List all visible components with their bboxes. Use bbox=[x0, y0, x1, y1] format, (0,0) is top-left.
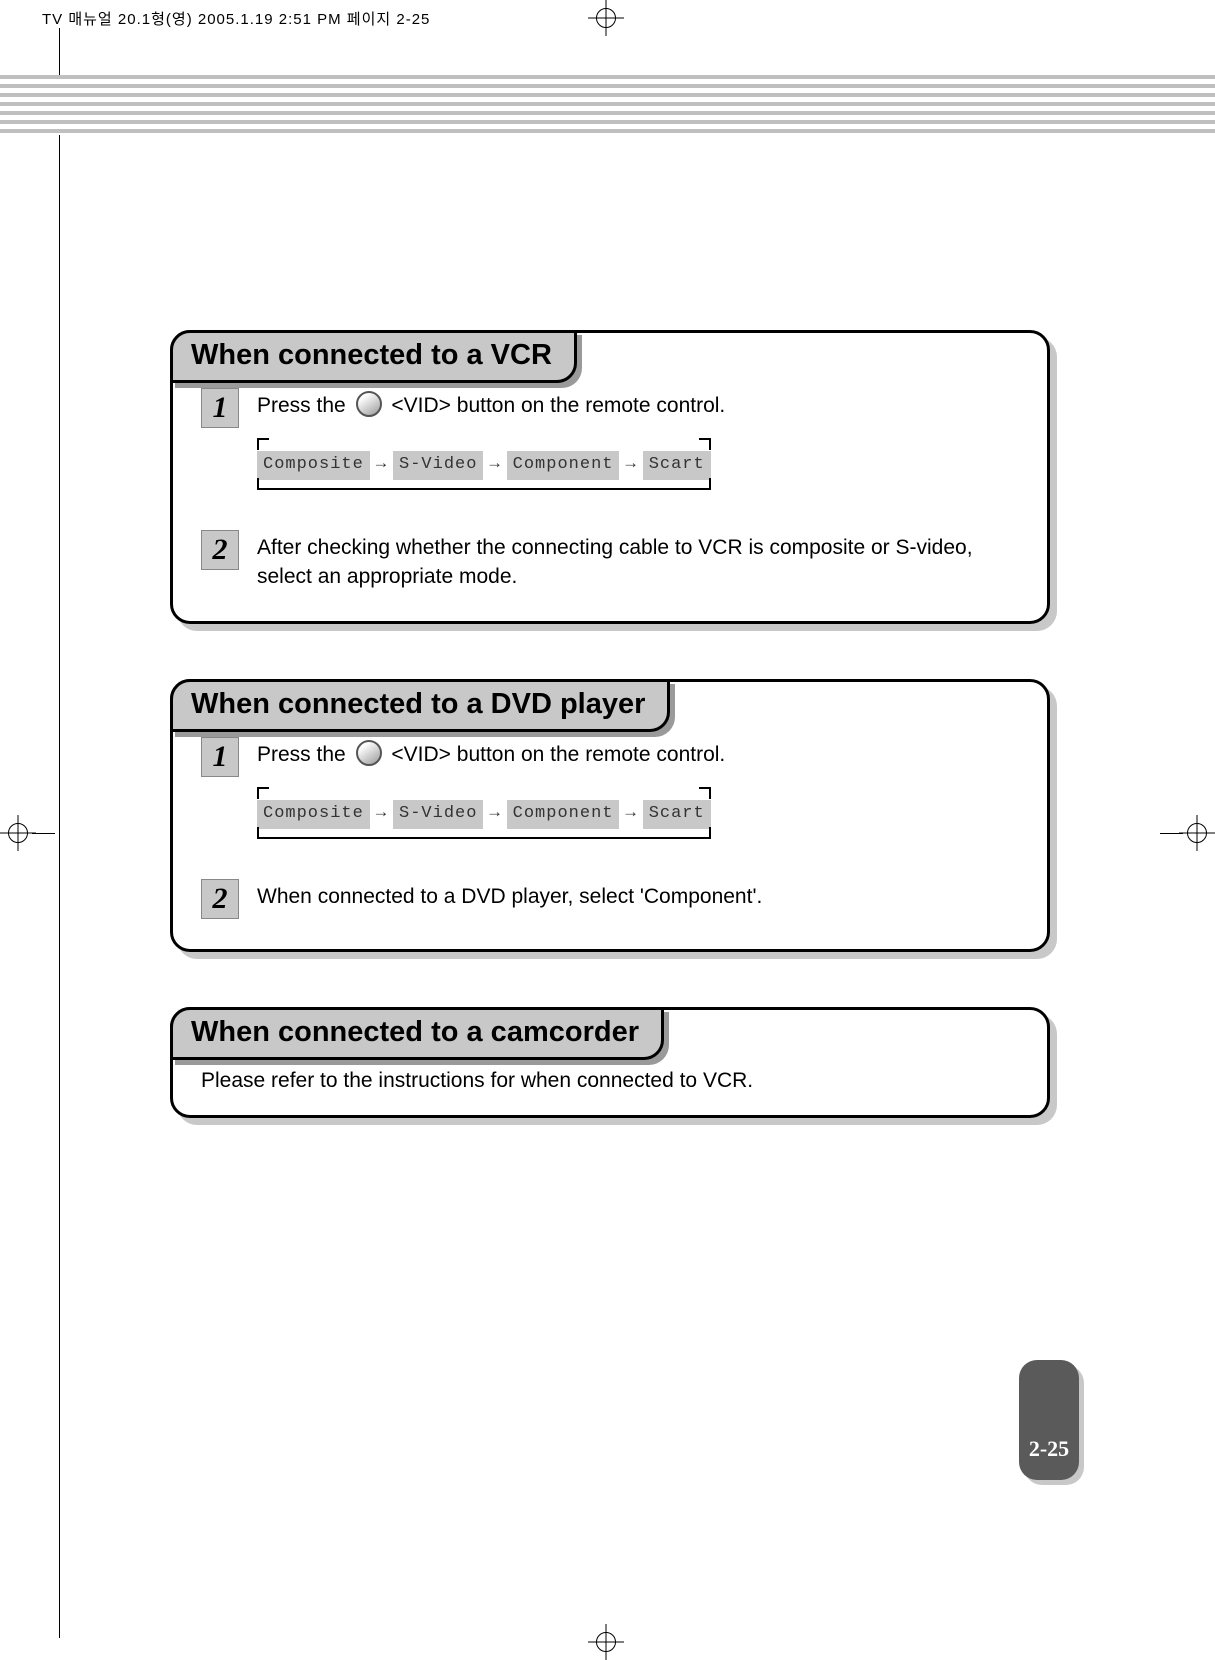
mode-item: Scart bbox=[643, 451, 711, 480]
text-part: <VID> button on the remote control. bbox=[391, 743, 725, 766]
page-number-tab: 2-25 bbox=[1019, 1360, 1079, 1480]
text-part: <VID> button on the remote control. bbox=[391, 394, 725, 417]
step-text: Press the <VID> button on the remote con… bbox=[257, 388, 1019, 490]
section-title: When connected to a DVD player bbox=[170, 679, 670, 732]
step-row: 2 When connected to a DVD player, select… bbox=[201, 879, 1019, 919]
mode-cycle-diagram: Composite → S-Video → Component → Scart bbox=[257, 438, 711, 490]
step-number-badge: 2 bbox=[201, 879, 239, 919]
arrow-icon: → bbox=[619, 803, 642, 826]
section-title: When connected to a camcorder bbox=[170, 1007, 664, 1060]
section-vcr: When connected to a VCR 1 Press the <VID… bbox=[170, 330, 1050, 624]
arrow-icon: → bbox=[483, 803, 506, 826]
registration-mark-icon bbox=[588, 0, 624, 36]
mode-cycle-diagram: Composite → S-Video → Component → Scart bbox=[257, 787, 711, 839]
step-number-badge: 1 bbox=[201, 737, 239, 777]
step-text: When connected to a DVD player, select '… bbox=[257, 879, 1019, 911]
registration-mark-icon bbox=[588, 1624, 624, 1660]
mode-item: Component bbox=[507, 800, 620, 829]
step-row: 1 Press the <VID> button on the remote c… bbox=[201, 737, 1019, 839]
arrow-icon: → bbox=[483, 454, 506, 477]
crop-tick bbox=[32, 833, 55, 834]
text-part: Press the bbox=[257, 743, 352, 766]
mode-item: Scart bbox=[643, 800, 711, 829]
section-dvd: When connected to a DVD player 1 Press t… bbox=[170, 679, 1050, 952]
page-number: 2-25 bbox=[1029, 1436, 1069, 1462]
step-row: 1 Press the <VID> button on the remote c… bbox=[201, 388, 1019, 490]
arrow-icon: → bbox=[370, 803, 393, 826]
step-row: 2 After checking whether the connecting … bbox=[201, 530, 1019, 591]
step-text: After checking whether the connecting ca… bbox=[257, 530, 1019, 591]
section-title: When connected to a VCR bbox=[170, 330, 577, 383]
step-number-badge: 2 bbox=[201, 530, 239, 570]
vid-button-icon bbox=[356, 740, 382, 766]
step-text: Press the <VID> button on the remote con… bbox=[257, 737, 1019, 839]
manual-page: TV 매뉴얼 20.1형(영) 2005.1.19 2:51 PM 페이지 2-… bbox=[0, 0, 1215, 1660]
crop-line bbox=[59, 28, 60, 1638]
mode-item: Composite bbox=[257, 451, 370, 480]
mode-item: Composite bbox=[257, 800, 370, 829]
text-part: Press the bbox=[257, 394, 352, 417]
arrow-icon: → bbox=[370, 454, 393, 477]
crop-tick bbox=[1160, 833, 1183, 834]
decorative-stripes bbox=[0, 75, 1215, 135]
registration-mark-icon bbox=[1179, 815, 1215, 851]
mode-item: S-Video bbox=[393, 451, 483, 480]
registration-mark-icon bbox=[0, 815, 36, 851]
step-number-badge: 1 bbox=[201, 388, 239, 428]
section-camcorder: When connected to a camcorder Please ref… bbox=[170, 1007, 1050, 1118]
vid-button-icon bbox=[356, 391, 382, 417]
mode-item: Component bbox=[507, 451, 620, 480]
page-content: When connected to a VCR 1 Press the <VID… bbox=[170, 330, 1050, 1173]
section-text: Please refer to the instructions for whe… bbox=[201, 1065, 1019, 1093]
print-header-meta: TV 매뉴얼 20.1형(영) 2005.1.19 2:51 PM 페이지 2-… bbox=[42, 8, 430, 29]
mode-item: S-Video bbox=[393, 800, 483, 829]
arrow-icon: → bbox=[619, 454, 642, 477]
